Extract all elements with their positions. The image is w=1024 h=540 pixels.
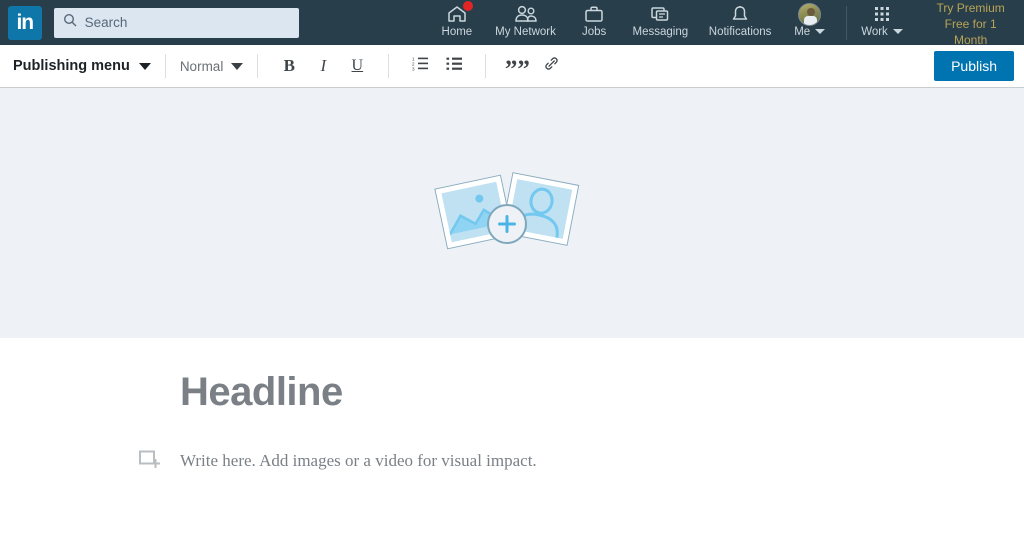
publishing-menu-label: Publishing menu	[13, 58, 130, 74]
avatar	[798, 2, 822, 26]
nav-item-work-label: Work	[861, 26, 888, 38]
article-editor: Headline Write here. Add images or a vid…	[0, 338, 1024, 540]
nav-item-work[interactable]: Work	[851, 0, 914, 38]
nav-item-my-network[interactable]: My Network	[485, 0, 566, 38]
nav-item-messaging[interactable]: Messaging	[622, 0, 698, 38]
linkedin-logo[interactable]: in	[8, 5, 42, 40]
body-row: Write here. Add images or a video for vi…	[138, 449, 1024, 473]
nav-item-me-label: Me	[794, 26, 811, 38]
toolbar-divider	[164, 54, 166, 78]
bold-button[interactable]: B	[274, 51, 304, 81]
home-icon	[446, 0, 474, 25]
cover-image-area[interactable]	[0, 88, 1024, 338]
underline-button[interactable]: U	[342, 51, 372, 81]
plus-icon	[496, 213, 518, 235]
unordered-list-button[interactable]	[439, 51, 469, 81]
chevron-down-icon	[815, 29, 826, 35]
network-icon	[513, 3, 539, 25]
publishing-menu-button[interactable]: Publishing menu	[13, 58, 151, 74]
home-notification-badge	[461, 0, 474, 12]
italic-button[interactable]: I	[308, 51, 338, 81]
headline-input[interactable]: Headline	[180, 370, 1024, 415]
nav-items-group: Home My Network Jobs Messaging Notificat…	[429, 0, 1024, 48]
text-style-value: Normal	[179, 58, 224, 74]
try-premium-line2: Free for 1 Month	[944, 17, 997, 47]
chevron-down-icon	[892, 29, 903, 35]
grid-icon	[873, 3, 891, 25]
nav-item-notifications-label: Notifications	[708, 26, 772, 38]
nav-item-jobs[interactable]: Jobs	[566, 0, 622, 38]
cover-image-placeholder	[432, 168, 592, 258]
link-icon	[543, 55, 560, 77]
messaging-icon	[649, 3, 671, 25]
text-style-dropdown[interactable]: Normal	[180, 59, 244, 74]
publish-button[interactable]: Publish	[934, 51, 1014, 81]
search-input[interactable]: Search	[53, 7, 299, 38]
linkedin-logo-text: in	[16, 10, 34, 34]
nav-item-jobs-label: Jobs	[582, 26, 607, 38]
toolbar-divider	[485, 54, 487, 78]
ordered-list-icon: 1 2 3	[412, 56, 429, 76]
try-premium-line1: Try Premium	[936, 1, 1005, 15]
add-media-icon[interactable]	[138, 449, 162, 473]
try-premium-link[interactable]: Try Premium Free for 1 Month	[927, 0, 1014, 48]
chevron-down-icon	[138, 62, 151, 70]
top-navigation-bar: in Search Home My Network Jobs Messaging…	[0, 0, 1024, 48]
search-icon	[63, 13, 77, 32]
nav-item-notifications[interactable]: Notifications	[699, 0, 782, 38]
search-placeholder: Search	[84, 15, 128, 30]
toolbar-divider	[257, 54, 259, 78]
editor-toolbar: Publishing menu Normal B I U 1 2 3 ”” Pu…	[0, 45, 1024, 88]
nav-item-messaging-label: Messaging	[632, 26, 689, 38]
nav-item-home[interactable]: Home	[429, 0, 485, 38]
chevron-down-icon	[231, 62, 244, 70]
bell-icon	[729, 3, 751, 25]
link-button[interactable]	[536, 51, 566, 81]
toolbar-divider	[388, 54, 390, 78]
svg-text:3: 3	[412, 66, 415, 71]
briefcase-icon	[583, 3, 605, 25]
blockquote-button[interactable]: ””	[502, 51, 532, 82]
ordered-list-button[interactable]: 1 2 3	[405, 51, 435, 81]
unordered-list-icon	[446, 56, 463, 76]
add-cover-image-button[interactable]	[487, 204, 527, 244]
nav-item-my-network-label: My Network	[495, 26, 556, 38]
nav-divider	[845, 5, 847, 40]
nav-item-me[interactable]: Me	[782, 0, 838, 38]
nav-item-home-label: Home	[441, 26, 473, 38]
body-input[interactable]: Write here. Add images or a video for vi…	[180, 451, 537, 471]
